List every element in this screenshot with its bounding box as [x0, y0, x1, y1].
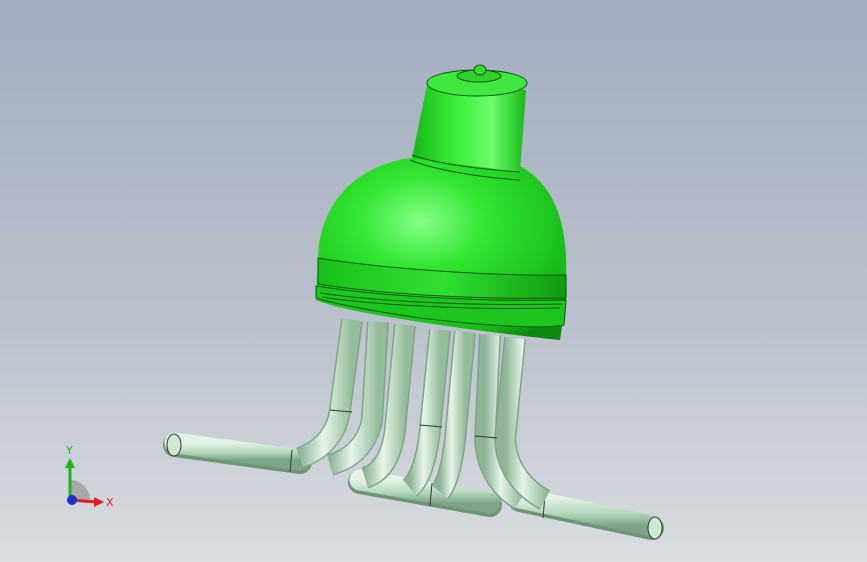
x-axis-label: X — [106, 496, 114, 509]
coordinate-triad: Y X — [65, 444, 114, 509]
graphics-viewport[interactable]: Y X — [0, 0, 867, 562]
runner-pipes — [295, 318, 551, 510]
z-axis-marker — [67, 495, 77, 505]
3d-model-view[interactable] — [0, 0, 867, 562]
y-axis-label: Y — [65, 444, 73, 457]
dome-housing — [315, 158, 567, 340]
header-pipe-left — [163, 432, 312, 474]
